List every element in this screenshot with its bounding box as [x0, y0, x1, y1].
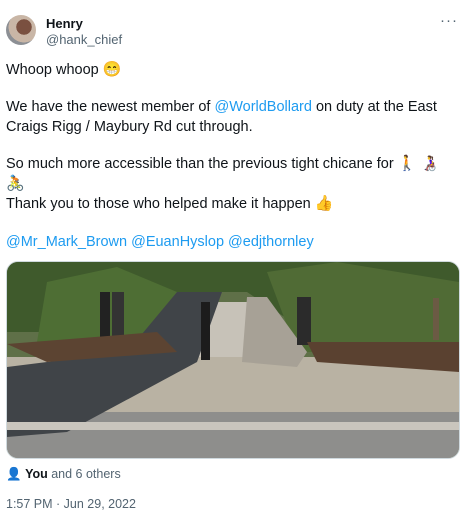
tweet-paragraph-4: Thank you to those who helped make it ha… [6, 194, 333, 214]
p3-text: So much more accessible than the previou… [6, 156, 398, 172]
more-options-icon[interactable]: ··· [440, 12, 458, 29]
tweet-paragraph-3: So much more accessible than the previou… [6, 154, 458, 194]
likes-you: You [25, 467, 48, 481]
tweet-header: Henry @hank_chief ··· [6, 10, 462, 50]
author-handle[interactable]: @hank_chief [46, 32, 122, 48]
p2-prefix: We have the newest member of [6, 99, 215, 115]
tweet-timestamp[interactable]: 1:57 PM · Jun 29, 2022 [6, 497, 136, 511]
person-icon: 👤 [6, 467, 22, 481]
tweet-paragraph-2: We have the newest member of @WorldBolla… [6, 97, 446, 137]
tweet-line-1-text: Whoop whoop [6, 62, 99, 78]
tweet-mentions[interactable]: @Mr_Mark_Brown @EuanHyslop @edjthornley [6, 232, 314, 252]
likes-summary[interactable]: 👤 You and 6 others [6, 467, 121, 482]
author-names: Henry @hank_chief [46, 16, 122, 48]
author-display-name[interactable]: Henry [46, 16, 122, 32]
avatar[interactable] [6, 15, 36, 45]
tweet-line-1: Whoop whoop 😁 [6, 60, 121, 80]
tweet-photo[interactable] [6, 261, 460, 459]
thumbs-up-emoji-icon: 👍 [314, 195, 334, 212]
p4-text: Thank you to those who helped make it ha… [6, 196, 311, 212]
path-bollard-photo [7, 262, 459, 458]
grin-emoji-icon: 😁 [102, 61, 122, 78]
likes-others: and 6 others [47, 467, 121, 481]
mention-worldbollard[interactable]: @WorldBollard [214, 99, 311, 115]
